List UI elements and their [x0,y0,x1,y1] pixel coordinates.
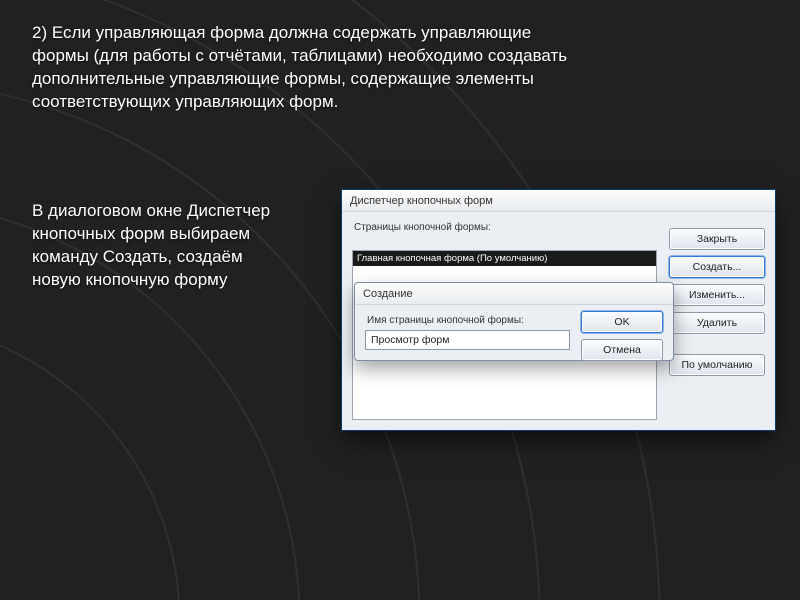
sub-dialog-title: Создание [363,288,413,300]
slide-paragraph-2: В диалоговом окне Диспетчер кнопочных фо… [32,200,287,292]
default-button[interactable]: По умолчанию [669,354,765,376]
create-page-dialog: Создание Имя страницы кнопочной формы: O… [354,282,674,361]
dialog-title-bar: Диспетчер кнопочных форм [342,190,775,212]
list-item[interactable]: Главная кнопочная форма (По умолчанию) [353,251,656,266]
dialog-title: Диспетчер кнопочных форм [350,195,493,207]
create-button[interactable]: Создать... [669,256,765,278]
page-name-input[interactable] [365,330,570,350]
close-button[interactable]: Закрыть [669,228,765,250]
edit-button[interactable]: Изменить... [669,284,765,306]
slide-paragraph-1: 2) Если управляющая форма должна содержа… [32,22,572,114]
ok-button[interactable]: OK [581,311,663,333]
switchboard-manager-screenshot: Диспетчер кнопочных форм Страницы кнопоч… [342,190,775,430]
cancel-button[interactable]: Отмена [581,339,663,361]
delete-button[interactable]: Удалить [669,312,765,334]
switchboard-manager-dialog: Диспетчер кнопочных форм Страницы кнопоч… [342,190,775,430]
sub-dialog-title-bar: Создание [355,283,673,305]
